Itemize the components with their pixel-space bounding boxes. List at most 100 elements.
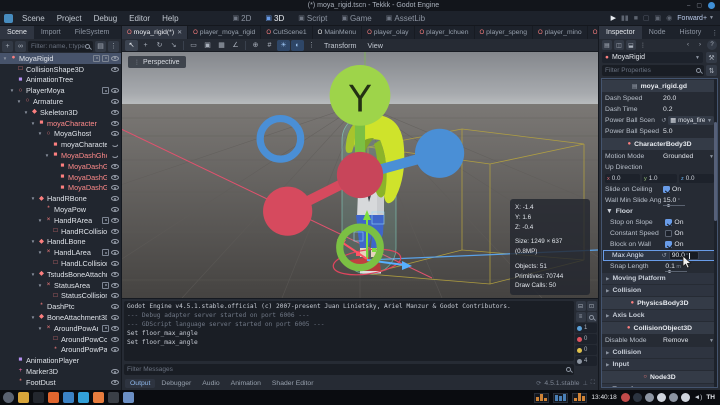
tree-node-MoyaPow[interactable]: *MoyaPow [0, 204, 121, 215]
workspace-assetlib[interactable]: ▣AssetLib [381, 13, 430, 24]
select-tool[interactable]: ↖ [125, 40, 138, 51]
system-monitor-graph[interactable] [572, 393, 587, 403]
inspector-section-Node3D[interactable]: ○Node3D [602, 371, 717, 383]
attach-script-button[interactable]: ▤ [95, 41, 106, 52]
link-badge-icon[interactable] [102, 217, 109, 224]
tree-node-AnimationTree[interactable]: ■AnimationTree [0, 75, 121, 86]
tree-node-Armature[interactable]: ▼○Armature [0, 96, 121, 107]
property-value[interactable]: Remove▼ [663, 337, 714, 344]
tree-expand-icon[interactable]: ▼ [37, 283, 43, 288]
property-block-on-wall[interactable]: Block on WallOn [602, 239, 717, 250]
tree-node-HandRArea[interactable]: ▼×HandRArea [0, 215, 121, 226]
property-value[interactable]: On [665, 230, 714, 237]
tree-node-AnimationPlayer[interactable]: ■AnimationPlayer [0, 355, 121, 366]
property-dash-speed[interactable]: Dash Speed20.0 [602, 93, 717, 104]
stop-button[interactable]: ■ [634, 15, 638, 22]
property-value[interactable]: On [663, 186, 714, 193]
property-value[interactable]: 15.0 ° [663, 197, 714, 204]
workspace-2d[interactable]: ▣2D [228, 13, 257, 24]
tree-node-FootDust[interactable]: *FootDust [0, 377, 121, 388]
property-snap-length[interactable]: Snap Length0.1 m [602, 261, 717, 272]
steam-tray-icon[interactable] [633, 393, 642, 402]
visibility-eye-icon[interactable] [111, 283, 119, 288]
link-badge-icon[interactable] [93, 55, 100, 62]
history-back-button[interactable]: ‹ [683, 40, 693, 50]
tree-expand-icon[interactable]: ▼ [30, 315, 36, 320]
tree-node-HandRBone[interactable]: ▼◆HandRBone [0, 193, 121, 204]
property-constant-speed[interactable]: Constant SpeedOn [602, 228, 717, 239]
output-log[interactable]: Godot Engine v4.5.1.stable.official (c) … [124, 301, 574, 361]
menu-project[interactable]: Project [52, 13, 87, 24]
property-dash-time[interactable]: Dash Time0.2 [602, 104, 717, 115]
taskbar-app-file-manager[interactable] [18, 392, 29, 403]
property-value[interactable]: 5.0 [663, 128, 714, 135]
tree-node-HandLBone[interactable]: ▼◆HandLBone [0, 237, 121, 248]
tree-expand-icon[interactable]: ▼ [37, 131, 43, 136]
resource-picker[interactable]: ▦moya_fire_p▼ [668, 116, 714, 125]
revert-icon[interactable]: ↺ [662, 252, 667, 259]
scene-tab-MainMenu[interactable]: OMainMenu [313, 26, 362, 39]
resource-more-button[interactable]: ⋮ [638, 40, 648, 50]
dock-tab-scene[interactable]: Scene [0, 26, 34, 39]
save-resource-button[interactable]: ⬓ [626, 40, 636, 50]
property-value[interactable]: 0.2 [663, 106, 714, 113]
property-stop-on-slope[interactable]: Stop on SlopeOn [602, 217, 717, 228]
info-counter[interactable]: 4 [575, 356, 597, 366]
node-options-button[interactable]: ⚒ [706, 52, 717, 63]
close-icon[interactable]: ✕ [177, 29, 182, 36]
slider-value[interactable]: 0.1 m [665, 263, 691, 270]
visibility-eye-icon[interactable] [111, 121, 119, 126]
property-slide-on-ceiling[interactable]: Slide on CeilingOn [602, 184, 717, 195]
tree-node-CollisionShape3D[interactable]: □CollisionShape3D [0, 64, 121, 75]
dock-tab-more-icon[interactable]: ⋮ [708, 26, 720, 39]
scene-tab-moya-rigid---[interactable]: Omoya_rigid(*)✕ [122, 26, 188, 39]
filter-list-button[interactable]: ≡ [576, 312, 586, 322]
dock-tab-filesystem[interactable]: FileSystem [68, 26, 117, 39]
tree-node-MoyaDashGhost4[interactable]: ■MoyaDashGhost4 [0, 183, 121, 194]
tree-expand-icon[interactable]: ▼ [30, 272, 36, 277]
visibility-eye-icon[interactable] [111, 110, 119, 115]
workspace-game[interactable]: ▣Game [336, 13, 376, 24]
vector-x-field[interactable]: x0.0 [605, 174, 640, 183]
menu-editor[interactable]: Editor [124, 13, 155, 24]
property-wall-min-slide-angl[interactable]: Wall Min Slide Angl15.0 ° [602, 195, 717, 206]
movie-maker-icon[interactable]: ◉ [666, 15, 672, 22]
property-group-Floor[interactable]: ▼Floor [602, 206, 717, 217]
property-motion-mode[interactable]: Motion ModeGrounded▼ [602, 151, 717, 162]
messages-counter[interactable]: 1 [575, 323, 597, 333]
tree-expand-icon[interactable]: ▼ [37, 326, 43, 331]
tree-node-StatusArea[interactable]: ▼×StatusArea [0, 280, 121, 291]
property-group-Collision[interactable]: ▶Collision [602, 285, 717, 296]
rotate-tool[interactable]: ↻ [153, 40, 166, 51]
tree-node-BoneAttachment3D3[interactable]: ▼◆BoneAttachment3D3 [0, 312, 121, 323]
edited-node-selector[interactable]: ● MoyaRigid ▼ [602, 52, 703, 63]
new-resource-button[interactable]: ▤ [602, 40, 612, 50]
checkbox[interactable] [665, 241, 672, 248]
property-max-angle[interactable]: Max Angle↺90.0° [603, 250, 716, 261]
output-filter-box[interactable] [124, 364, 574, 375]
dock-tab-inspector[interactable]: Inspector [599, 26, 642, 39]
system-monitor-graph[interactable] [534, 393, 549, 403]
bottom-tab-debugger[interactable]: Debugger [156, 379, 196, 388]
taskbar-app-gimp[interactable] [123, 392, 134, 403]
tree-node-HandLArea[interactable]: ▼×HandLArea [0, 247, 121, 258]
inspector-scrollbar[interactable] [714, 79, 717, 387]
property-group-Collision[interactable]: ▶Collision [602, 347, 717, 358]
tree-node-HandLCollision[interactable]: □HandLCollision [0, 258, 121, 269]
inspector-section-CollisionObject3D[interactable]: ●CollisionObject3D [602, 322, 717, 334]
property-value[interactable]: 0.1 m [665, 263, 714, 270]
tree-expand-icon[interactable]: ▼ [9, 88, 15, 93]
tree-node-AroundPowParticle[interactable]: *AroundPowParticle [0, 345, 121, 356]
property-value[interactable]: Grounded▼ [663, 153, 714, 160]
visibility-eye-icon[interactable] [111, 380, 119, 385]
reload-icon[interactable]: ↺ [661, 117, 666, 124]
view-menu[interactable]: View [362, 41, 387, 50]
link-badge-icon[interactable] [102, 325, 109, 332]
visibility-eye-icon[interactable] [111, 272, 119, 277]
tree-expand-icon[interactable]: ▼ [23, 110, 29, 115]
docs-button[interactable]: ? [707, 40, 717, 50]
property-value[interactable]: 90.0° [669, 251, 712, 260]
scene-tab-player-moya-rigid[interactable]: Oplayer_moya_rigid [188, 26, 261, 39]
preview-environment-toggle[interactable]: ◐ [291, 40, 304, 51]
checkbox[interactable] [663, 186, 670, 193]
